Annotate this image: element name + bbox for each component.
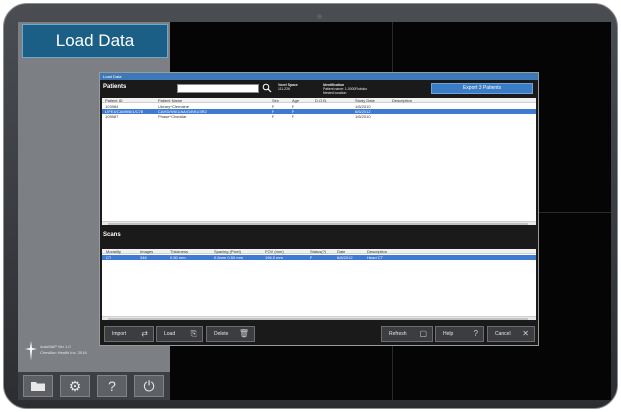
table-cell: 105587 (105, 114, 119, 119)
table-cell: CT (106, 255, 112, 260)
column-header[interactable]: Images (140, 249, 153, 254)
logo-line-2: Chevillon Health Inc. 2016 (40, 350, 87, 355)
gear-icon: ⚙ (68, 378, 82, 394)
table-cell: 0.5mm 0.50 mm (214, 255, 243, 260)
info-line: 111-226 (278, 87, 290, 91)
patients-table: Patient ID Patient Name Sex Age D.O.B. S… (102, 98, 536, 225)
load-label: Load (164, 331, 176, 337)
table-cell: Phase^Cheddar (158, 114, 187, 119)
folder-icon (31, 382, 45, 391)
tablet-bezel: Load Data AutoMAP Ver 1.0 Chevillon Heal… (3, 3, 618, 409)
column-header[interactable]: Study Date (355, 98, 375, 103)
patient-row[interactable]: 105587 Phase^Cheddar F F 1/6/2010 (102, 114, 536, 119)
table-cell: 0.50 mm (170, 255, 186, 260)
identification-info: Identification Patient name: 1-0000Robok… (323, 83, 393, 95)
column-header[interactable]: Patient Name (158, 98, 182, 103)
scans-title: Scans (103, 232, 121, 238)
patients-title: Patients (103, 84, 127, 90)
logo-icon (25, 341, 37, 361)
search-input[interactable] (177, 84, 259, 93)
export-patients-button[interactable]: Export 3 Patients (431, 83, 533, 94)
column-header[interactable]: Date (337, 249, 345, 254)
delete-label: Delete (214, 331, 229, 337)
refresh-button[interactable]: Refresh ▢ (381, 326, 433, 342)
column-header[interactable]: Status(?) (310, 249, 326, 254)
column-header[interactable]: D.O.B. (315, 98, 327, 103)
refresh-icon: ▢ (419, 329, 427, 338)
column-header[interactable]: Description (392, 98, 412, 103)
column-header[interactable]: FOV (mm) (265, 249, 284, 254)
table-cell: F (310, 255, 313, 260)
settings-button[interactable]: ⚙ (60, 375, 90, 397)
column-header[interactable]: Spacing (Pixel) (214, 249, 241, 254)
column-header[interactable]: Description (367, 249, 387, 254)
trash-icon: 🗑 (238, 329, 249, 338)
cancel-button[interactable]: Cancel ✕ (487, 326, 535, 342)
delete-button[interactable]: Delete 🗑 (206, 326, 255, 342)
screen: Load Data AutoMAP Ver 1.0 Chevillon Heal… (18, 22, 611, 400)
column-header[interactable]: Thickness (170, 249, 188, 254)
load-button[interactable]: Load ⎘ (156, 326, 203, 342)
load-icon: ⎘ (190, 329, 197, 338)
scrollbar-thumb[interactable] (108, 223, 528, 225)
patients-scrollbar[interactable] (102, 221, 536, 225)
help-button-sidebar[interactable]: ? (97, 375, 127, 397)
column-header[interactable]: Patient ID (105, 98, 123, 103)
column-header[interactable]: Sex (272, 98, 279, 103)
volume-info: Voxel Space 111-226 (278, 83, 318, 91)
column-header[interactable]: Age (292, 98, 299, 103)
table-cell: 1/6/2010 (355, 114, 371, 119)
sidebar-toolbar: ⚙ ? ⏻ (18, 372, 170, 400)
import-label: Import (112, 331, 127, 337)
scans-table: Modality Images Thickness Spacing (Pixel… (102, 249, 536, 320)
logo-text: AutoMAP Ver 1.0 Chevillon Health Inc. 20… (40, 344, 87, 356)
camera-dot (317, 14, 322, 19)
refresh-label: Refresh (389, 331, 407, 337)
import-button[interactable]: Import ⇄ (104, 326, 154, 342)
dialog-toolbar: Import ⇄ Load ⎘ Delete 🗑 Refresh ▢ Help (100, 323, 538, 345)
scans-header-bar: Scans (100, 226, 538, 248)
scrollbar-thumb[interactable] (108, 318, 528, 320)
help-label: Help (443, 331, 454, 337)
patients-header-row: Patient ID Patient Name Sex Age D.O.B. S… (102, 98, 536, 103)
close-icon: ✕ (522, 329, 529, 338)
table-cell: 6/6/2012 (337, 255, 353, 260)
patients-header-bar: Patients Voxel Space 111-226 Identificat… (100, 80, 538, 97)
table-cell: 196.0 mm (265, 255, 283, 260)
sidebar-title: Load Data (22, 24, 168, 58)
column-header[interactable]: Modality (106, 249, 121, 254)
table-cell: Head CT (367, 255, 384, 260)
help-icon: ? (108, 378, 116, 394)
search-icon[interactable] (262, 83, 272, 93)
import-icon: ⇄ (141, 329, 148, 338)
cancel-label: Cancel (495, 331, 511, 337)
scans-scrollbar[interactable] (102, 316, 536, 320)
scan-row[interactable]: CT 346 0.50 mm 0.5mm 0.50 mm 196.0 mm F 6/6/20… (102, 255, 536, 260)
folder-button[interactable] (23, 375, 53, 397)
power-icon: ⏻ (143, 378, 155, 394)
help-button[interactable]: Help ? (435, 326, 484, 342)
table-cell: F (292, 114, 295, 119)
viewport-divider-horizontal (538, 212, 611, 213)
help-icon: ? (473, 329, 478, 338)
scans-header-row: Modality Images Thickness Spacing (Pixel… (102, 249, 536, 254)
table-cell: F (272, 114, 275, 119)
table-cell: 346 (140, 255, 147, 260)
dialog-title: Load Data (100, 73, 538, 80)
load-data-dialog: Load Data Patients Voxel Space 111-226 I… (99, 72, 539, 346)
power-button[interactable]: ⏻ (134, 375, 164, 397)
info-line: Nested location (323, 91, 347, 95)
